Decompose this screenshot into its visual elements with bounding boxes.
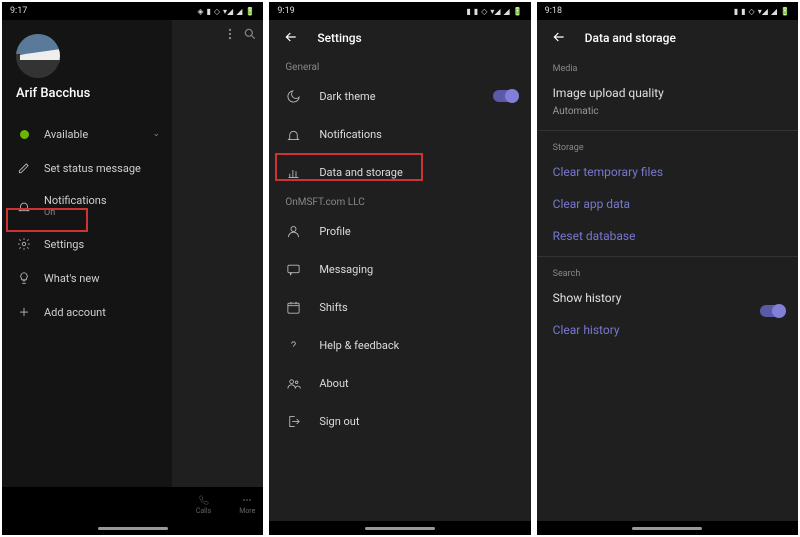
main-dimmed <box>172 20 263 487</box>
upload-quality-row[interactable]: Image upload quality Automatic <box>537 77 798 126</box>
settings-label: Settings <box>44 238 84 251</box>
sign-out-row[interactable]: Sign out <box>269 402 530 440</box>
gear-icon <box>16 236 32 252</box>
chart-icon <box>285 164 301 180</box>
dark-theme-row[interactable]: Dark theme <box>269 77 530 115</box>
data-storage-row[interactable]: Data and storage <box>269 153 530 191</box>
android-nav <box>537 521 798 535</box>
profile-row[interactable]: Profile <box>269 212 530 250</box>
dark-theme-toggle[interactable] <box>493 90 517 102</box>
about-row[interactable]: About <box>269 364 530 402</box>
chat-icon <box>285 261 301 277</box>
section-search: Search <box>537 261 798 282</box>
settings-row[interactable]: Settings <box>2 227 172 261</box>
nav-more[interactable]: More <box>239 494 255 515</box>
edit-icon <box>16 160 32 176</box>
status-bar: 9:19 ▮ ▮ ◇ ▾◢ ◢ 🔋 <box>269 2 530 20</box>
whats-new-label: What's new <box>44 272 99 285</box>
presence-label: Available <box>44 128 88 141</box>
add-account-row[interactable]: Add account <box>2 295 172 329</box>
person-icon <box>285 223 301 239</box>
teams-icon <box>285 375 301 391</box>
status-time: 9:19 <box>277 6 294 16</box>
status-icons: ◈ ▮ ◇ ▾◢ ◢ 🔋 <box>197 7 255 16</box>
status-time: 9:17 <box>10 6 27 16</box>
back-button[interactable] <box>551 29 567 48</box>
show-history-row[interactable]: Show history <box>537 282 798 314</box>
section-storage: Storage <box>537 135 798 156</box>
question-icon <box>285 337 301 353</box>
nav-drawer: Arif Bacchus Available ⌄ Set status mess… <box>2 20 172 487</box>
section-media: Media <box>537 56 798 77</box>
chevron-down-icon: ⌄ <box>152 129 160 139</box>
header-title: Data and storage <box>585 31 676 45</box>
data-storage-header: Data and storage <box>537 20 798 56</box>
notifications-label: Notifications On <box>44 194 107 218</box>
plus-icon <box>16 304 32 320</box>
screen-settings: 9:19 ▮ ▮ ◇ ▾◢ ◢ 🔋 Settings General Dark … <box>269 2 530 535</box>
back-button[interactable] <box>283 29 299 48</box>
status-bar: 9:17 ◈ ▮ ◇ ▾◢ ◢ 🔋 <box>2 2 263 20</box>
set-status-row[interactable]: Set status message <box>2 151 172 185</box>
clear-app-row[interactable]: Clear app data <box>537 188 798 220</box>
add-account-label: Add account <box>44 306 106 319</box>
avatar[interactable] <box>16 34 60 78</box>
bell-icon <box>16 198 32 214</box>
screen-data-storage: 9:18 ▮ ▮ ◇ ▾◢ ◢ 🔋 Data and storage Media… <box>537 2 798 535</box>
presence-row[interactable]: Available ⌄ <box>2 117 172 151</box>
section-general: General <box>269 56 530 77</box>
more-icon[interactable] <box>223 26 237 45</box>
status-bar: 9:18 ▮ ▮ ◇ ▾◢ ◢ 🔋 <box>537 2 798 20</box>
reset-db-row[interactable]: Reset database <box>537 220 798 252</box>
messaging-row[interactable]: Messaging <box>269 250 530 288</box>
whats-new-row[interactable]: What's new <box>2 261 172 295</box>
bulb-icon <box>16 270 32 286</box>
screen-profile-drawer: 9:17 ◈ ▮ ◇ ▾◢ ◢ 🔋 Arif Bacchus Available… <box>2 2 263 535</box>
shifts-row[interactable]: Shifts <box>269 288 530 326</box>
notifications-row[interactable]: Notifications On <box>2 185 172 227</box>
nav-calls[interactable]: Calls <box>196 494 211 515</box>
notifications-row[interactable]: Notifications <box>269 115 530 153</box>
bottom-nav: Calls More <box>2 487 263 521</box>
status-icons: ▮ ▮ ◇ ▾◢ ◢ 🔋 <box>466 7 522 16</box>
moon-icon <box>285 88 301 104</box>
calendar-icon <box>285 299 301 315</box>
help-row[interactable]: Help & feedback <box>269 326 530 364</box>
bell-icon <box>285 126 301 142</box>
settings-header: Settings <box>269 20 530 56</box>
header-title: Settings <box>317 31 361 45</box>
username: Arif Bacchus <box>16 86 172 101</box>
exit-icon <box>285 413 301 429</box>
clear-temp-row[interactable]: Clear temporary files <box>537 156 798 188</box>
set-status-label: Set status message <box>44 162 141 175</box>
search-icon[interactable] <box>243 26 257 45</box>
android-nav <box>269 521 530 535</box>
clear-history-row[interactable]: Clear history <box>537 314 798 346</box>
section-org: OnMSFT.com LLC <box>269 191 530 212</box>
status-time: 9:18 <box>545 6 562 16</box>
presence-dot-icon <box>16 126 32 142</box>
android-nav <box>2 521 263 535</box>
status-icons: ▮ ▮ ◇ ▾◢ ◢ 🔋 <box>734 7 790 16</box>
